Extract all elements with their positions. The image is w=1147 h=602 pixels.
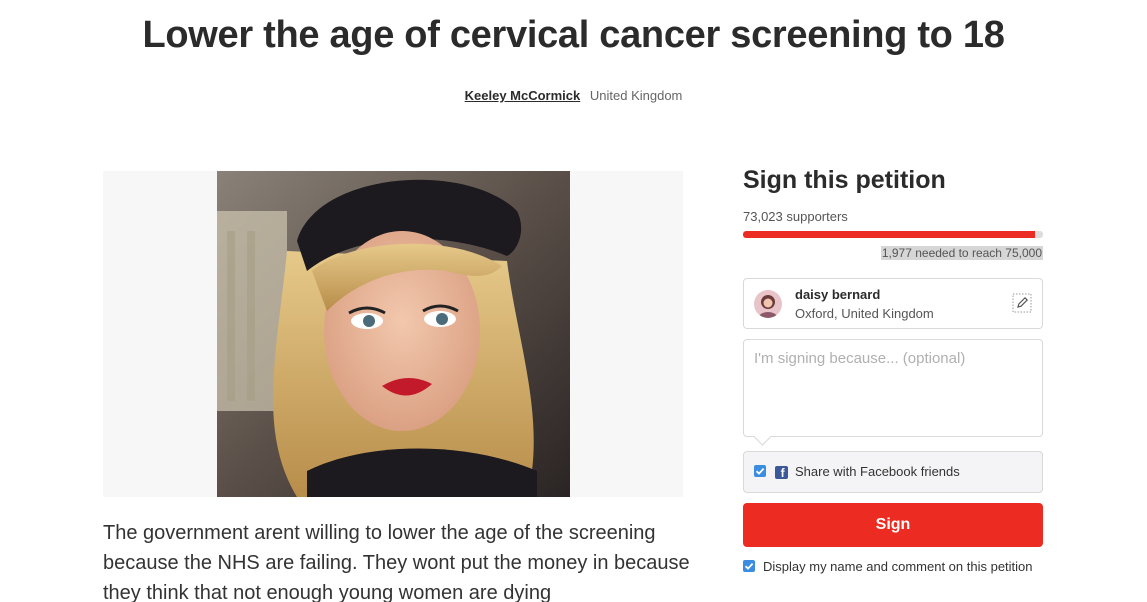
signature-progress-fill bbox=[743, 231, 1036, 238]
signer-card: daisy bernard Oxford, United Kingdom bbox=[743, 278, 1043, 329]
facebook-share-checkbox[interactable] bbox=[754, 465, 766, 477]
author-location: United Kingdom bbox=[589, 88, 683, 103]
signing-reason-input[interactable] bbox=[754, 350, 1030, 430]
comment-box-pointer bbox=[753, 427, 772, 446]
petition-byline: Keeley McCormick United Kingdom bbox=[0, 88, 1147, 103]
facebook-share-label: Share with Facebook friends bbox=[795, 464, 960, 479]
avatar bbox=[754, 290, 782, 318]
petition-photo bbox=[217, 171, 570, 497]
author-link[interactable]: Keeley McCormick bbox=[465, 88, 581, 103]
signature-progress-bar bbox=[743, 231, 1043, 238]
comment-box bbox=[743, 339, 1043, 446]
display-name-label: Display my name and comment on this peti… bbox=[763, 559, 1033, 574]
facebook-share-option: f Share with Facebook friends bbox=[743, 451, 1043, 493]
petition-page: Lower the age of cervical cancer screeni… bbox=[0, 0, 1147, 602]
petition-title: Lower the age of cervical cancer screeni… bbox=[142, 14, 1005, 56]
supporters-count: 73,023 supporters bbox=[743, 209, 848, 224]
petition-media bbox=[103, 171, 683, 497]
sign-button[interactable]: Sign bbox=[743, 503, 1043, 547]
sign-petition-heading: Sign this petition bbox=[743, 166, 946, 194]
edit-pencil-icon[interactable] bbox=[1012, 293, 1032, 313]
signer-name: daisy bernard bbox=[795, 287, 881, 302]
facebook-icon: f bbox=[775, 466, 788, 479]
display-name-checkbox[interactable] bbox=[743, 560, 755, 572]
petition-description: The government arent willing to lower th… bbox=[103, 522, 690, 602]
signatures-needed: 1,977 needed to reach 75,000 bbox=[880, 246, 1043, 260]
signer-location: Oxford, United Kingdom bbox=[795, 306, 934, 321]
